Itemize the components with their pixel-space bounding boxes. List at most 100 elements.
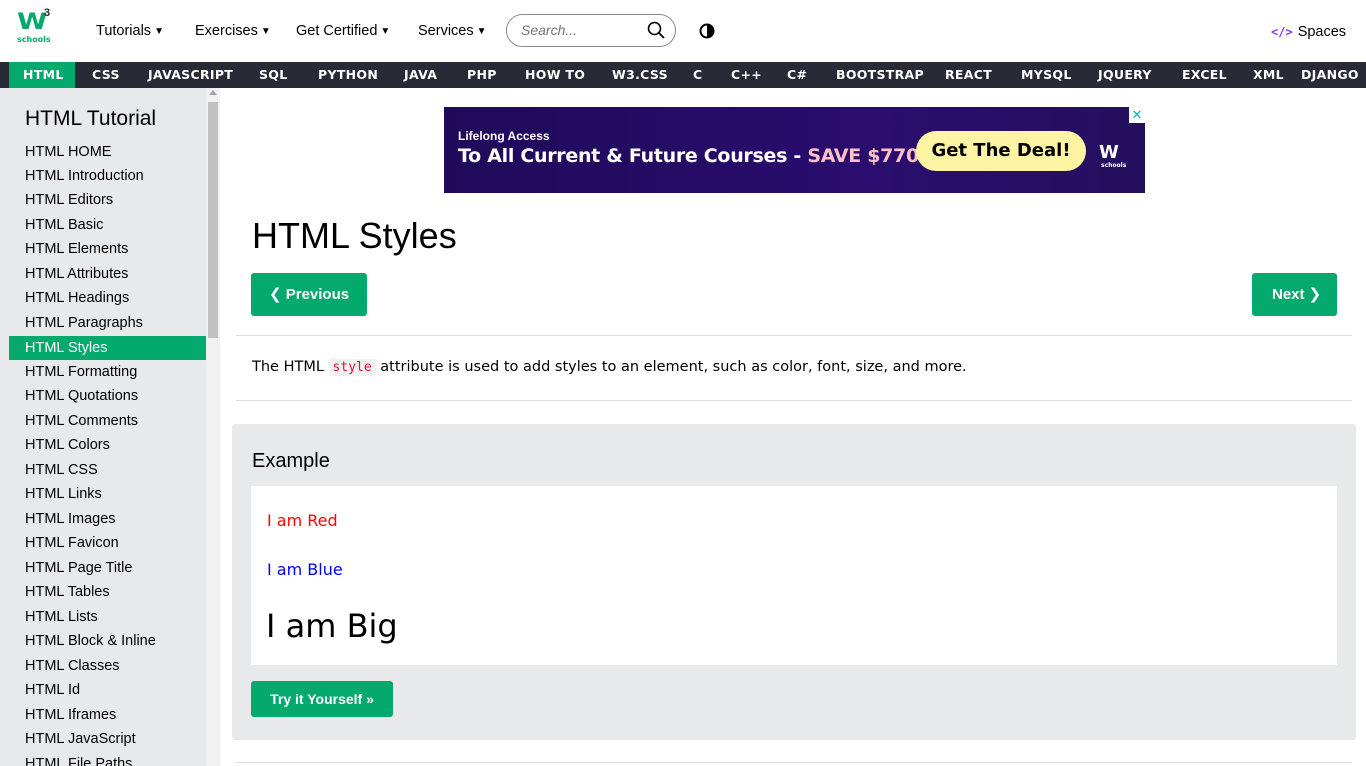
menu-services-label: Services bbox=[418, 23, 474, 39]
sidebar-item[interactable]: HTML Basic bbox=[9, 213, 206, 237]
menu-get-certified[interactable]: Get Certified ▼ bbox=[296, 23, 390, 39]
subject-navbar: HTML CSS JAVASCRIPT SQL PYTHON JAVA PHP … bbox=[0, 62, 1366, 88]
sidebar-item[interactable]: HTML Attributes bbox=[9, 262, 206, 286]
sidebar-scrollbar[interactable] bbox=[206, 88, 220, 766]
nav-howto[interactable]: HOW TO bbox=[525, 62, 585, 88]
w3schools-logo[interactable]: W 3 schools bbox=[17, 7, 57, 50]
example-blue-text: I am Blue bbox=[267, 560, 343, 579]
nav-php[interactable]: PHP bbox=[467, 62, 497, 88]
nav-react[interactable]: REACT bbox=[945, 62, 992, 88]
sidebar-item[interactable]: HTML CSS bbox=[9, 458, 206, 482]
ad-banner[interactable]: Lifelong Access To All Current & Future … bbox=[444, 107, 1145, 193]
caret-down-icon: ▼ bbox=[154, 26, 164, 37]
example-big-text: I am Big bbox=[266, 607, 398, 645]
nav-django[interactable]: DJANGO bbox=[1301, 62, 1359, 88]
sidebar-item[interactable]: HTML Lists bbox=[9, 605, 206, 629]
sidebar-item[interactable]: HTML Introduction bbox=[9, 164, 206, 188]
sidebar-item[interactable]: HTML Headings bbox=[9, 286, 206, 310]
sidebar-item[interactable]: HTML Images bbox=[9, 507, 206, 531]
nav-xml[interactable]: XML bbox=[1253, 62, 1284, 88]
sidebar-item[interactable]: HTML Page Title bbox=[9, 556, 206, 580]
intro-text-before: The HTML bbox=[252, 359, 329, 375]
nav-bootstrap[interactable]: BOOTSTRAP bbox=[836, 62, 924, 88]
sidebar-item[interactable]: HTML File Paths bbox=[9, 752, 206, 766]
sidebar-item[interactable]: HTML Block & Inline bbox=[9, 629, 206, 653]
ad-close-icon[interactable]: ✕ bbox=[1129, 107, 1145, 123]
logo-schools: schools bbox=[17, 35, 51, 44]
sidebar-item[interactable]: HTML Links bbox=[9, 482, 206, 506]
search-icon[interactable] bbox=[646, 20, 666, 40]
nav-css[interactable]: CSS bbox=[92, 62, 120, 88]
spaces-link[interactable]: </> Spaces bbox=[1271, 24, 1346, 40]
menu-tutorials[interactable]: Tutorials ▼ bbox=[96, 23, 164, 39]
nav-sql[interactable]: SQL bbox=[259, 62, 288, 88]
intro-text-after: attribute is used to add styles to an el… bbox=[375, 359, 967, 375]
divider bbox=[236, 762, 1352, 763]
top-bar: W 3 schools Tutorials ▼ Exercises ▼ Get Ce… bbox=[0, 0, 1366, 62]
sidebar-item[interactable]: HTML Id bbox=[9, 678, 206, 702]
example-panel: Example I am Red I am Blue I am Big bbox=[232, 424, 1356, 740]
caret-down-icon: ▼ bbox=[476, 26, 487, 37]
menu-get-certified-label: Get Certified bbox=[296, 23, 378, 39]
nav-excel[interactable]: EXCEL bbox=[1182, 62, 1227, 88]
ad-small-text: Lifelong Access bbox=[458, 129, 550, 143]
menu-exercises-label: Exercises bbox=[195, 23, 258, 39]
caret-down-icon: ▼ bbox=[380, 26, 391, 37]
scroll-thumb[interactable] bbox=[208, 102, 218, 338]
nav-mysql[interactable]: MYSQL bbox=[1021, 62, 1072, 88]
menu-services[interactable]: Services ▼ bbox=[418, 23, 487, 39]
search-input[interactable] bbox=[521, 22, 631, 38]
caret-down-icon: ▼ bbox=[260, 26, 271, 37]
scroll-up-arrow-icon[interactable] bbox=[209, 90, 217, 95]
search-box bbox=[506, 14, 676, 47]
sidebar-item[interactable]: HTML Comments bbox=[9, 409, 206, 433]
nav-w3css[interactable]: W3.CSS bbox=[612, 62, 668, 88]
get-deal-button[interactable]: Get The Deal! bbox=[916, 131, 1086, 171]
ad-headline-text: To All Current & Future Courses - bbox=[458, 145, 808, 167]
sidebar-item[interactable]: HTML Formatting bbox=[9, 360, 206, 384]
intro-paragraph: The HTML style attribute is used to add … bbox=[252, 359, 967, 376]
example-red-text: I am Red bbox=[267, 511, 338, 530]
sidebar-item[interactable]: HTML Editors bbox=[9, 188, 206, 212]
nav-c[interactable]: C bbox=[693, 62, 702, 88]
sidebar-item[interactable]: HTML Quotations bbox=[9, 384, 206, 408]
ad-logo: Wschools bbox=[1099, 142, 1126, 169]
ad-headline: To All Current & Future Courses - SAVE $… bbox=[458, 145, 919, 167]
sidebar-item[interactable]: HTML HOME bbox=[9, 140, 206, 164]
nav-python[interactable]: PYTHON bbox=[318, 62, 378, 88]
sidebar-item[interactable]: HTML Elements bbox=[9, 237, 206, 261]
sidebar-title: HTML Tutorial bbox=[25, 107, 157, 130]
logo-w: W bbox=[17, 10, 47, 35]
nav-html[interactable]: HTML bbox=[9, 62, 75, 88]
nav-csharp[interactable]: C# bbox=[787, 62, 807, 88]
example-heading: Example bbox=[252, 450, 330, 472]
page-title: HTML Styles bbox=[252, 215, 457, 256]
code-icon: </> bbox=[1271, 25, 1293, 39]
sidebar-item-active[interactable]: HTML Styles bbox=[9, 336, 206, 360]
nav-java[interactable]: JAVA bbox=[404, 62, 437, 88]
ad-save-text: SAVE $770 bbox=[807, 145, 919, 167]
previous-button[interactable]: ❮ Previous bbox=[251, 273, 367, 316]
sidebar-item[interactable]: HTML Favicon bbox=[9, 531, 206, 555]
divider bbox=[236, 335, 1352, 336]
try-it-yourself-button[interactable]: Try it Yourself » bbox=[251, 681, 393, 717]
menu-tutorials-label: Tutorials bbox=[96, 23, 152, 39]
menu-exercises[interactable]: Exercises ▼ bbox=[195, 23, 271, 39]
nav-javascript[interactable]: JAVASCRIPT bbox=[148, 62, 233, 88]
divider bbox=[236, 400, 1352, 401]
tutorial-sidebar: HTML Tutorial HTML HOME HTML Introductio… bbox=[0, 88, 206, 766]
sidebar-item[interactable]: HTML Classes bbox=[9, 654, 206, 678]
next-button[interactable]: Next ❯ bbox=[1252, 273, 1337, 316]
sidebar-item[interactable]: HTML Tables bbox=[9, 580, 206, 604]
sidebar-item[interactable]: HTML Iframes bbox=[9, 703, 206, 727]
nav-cpp[interactable]: C++ bbox=[731, 62, 762, 88]
spaces-label: Spaces bbox=[1297, 24, 1347, 40]
sidebar-item[interactable]: HTML JavaScript bbox=[9, 727, 206, 751]
nav-jquery[interactable]: JQUERY bbox=[1098, 62, 1152, 88]
inline-code-style: style bbox=[328, 359, 376, 376]
logo-superscript: 3 bbox=[44, 7, 51, 19]
sidebar-item[interactable]: HTML Paragraphs bbox=[9, 311, 206, 335]
sidebar-item[interactable]: HTML Colors bbox=[9, 433, 206, 457]
ad-logo-w: W bbox=[1099, 142, 1119, 163]
contrast-toggle-icon[interactable] bbox=[699, 23, 715, 39]
